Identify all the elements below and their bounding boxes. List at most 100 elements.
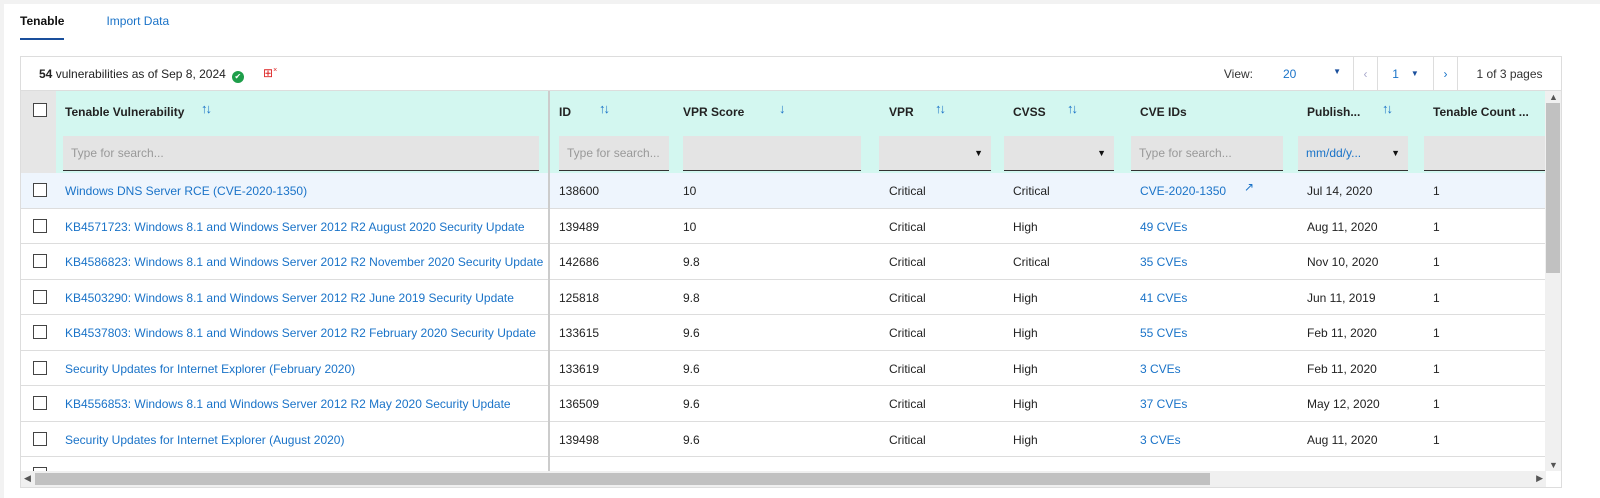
sort-icon[interactable]: ↑↓ <box>935 101 946 116</box>
cell-cvss: High <box>1013 361 1038 376</box>
cell-name[interactable]: Security Updates for Internet Explorer (… <box>65 362 355 376</box>
tab-tenable[interactable]: Tenable <box>20 14 65 40</box>
cell-cve[interactable]: 49 CVEs <box>1140 220 1187 234</box>
row-checkbox[interactable] <box>33 183 47 197</box>
tab-bar: Tenable Import Data <box>20 14 169 40</box>
clear-filters-icon[interactable]: ⊞× <box>263 66 277 80</box>
column-header-vpr-score[interactable]: VPR Score <box>683 105 744 119</box>
cell-cve[interactable]: 55 CVEs <box>1140 326 1187 340</box>
page-size-select[interactable]: 20 ▼ <box>1283 67 1353 81</box>
page-panel: Tenable Import Data 54 vulnerabilities a… <box>4 4 1600 498</box>
row-checkbox[interactable] <box>33 325 47 339</box>
pagination: View: 20 ▼ ‹ 1 ▼ › 1 of 3 pages <box>1224 57 1561 90</box>
cell-published: Jul 14, 2020 <box>1307 184 1373 198</box>
cell-id: 136509 <box>559 397 600 411</box>
filter-text: Type for search... <box>567 146 660 160</box>
table-row[interactable]: KB4571723: Windows 8.1 and Windows Serve… <box>21 209 1546 244</box>
sort-icon[interactable]: ↑↓ <box>1067 101 1078 116</box>
next-page-button[interactable]: › <box>1433 57 1457 90</box>
cve-filter[interactable]: Type for search... <box>1131 136 1283 171</box>
table-row[interactable]: KB4537803: Windows 8.1 and Windows Serve… <box>21 315 1546 351</box>
cell-name[interactable]: KB4503290: Windows 8.1 and Windows Serve… <box>65 291 514 305</box>
cell-vpr-score: 10 <box>683 184 697 198</box>
cell-count: 1 <box>1433 290 1440 305</box>
cell-vpr: Critical <box>889 290 926 305</box>
prev-page-button[interactable]: ‹ <box>1353 57 1377 90</box>
tab-import-data[interactable]: Import Data <box>106 14 169 40</box>
table-row[interactable]: Security Updates for Internet Explorer (… <box>21 422 1546 457</box>
cell-vpr-score: 9.8 <box>683 255 700 269</box>
vertical-scrollbar[interactable]: ▲ ▼ <box>1545 91 1561 471</box>
name-filter[interactable]: Type for search... <box>63 136 539 171</box>
cell-vpr-score: 9.6 <box>683 432 700 447</box>
row-checkbox[interactable] <box>33 396 47 410</box>
row-checkbox[interactable] <box>33 254 47 268</box>
cell-vpr: Critical <box>889 255 926 269</box>
horizontal-scrollbar[interactable]: ◀ ▶ <box>21 471 1546 487</box>
grid-toolbar: 54 vulnerabilities as of Sep 8, 2024 ✔ ⊞×… <box>21 57 1561 91</box>
table-row[interactable]: Security Updates for Internet Explorer (… <box>21 351 1546 386</box>
row-checkbox[interactable] <box>33 289 47 304</box>
cell-cve[interactable]: CVE-2020-1350 <box>1140 184 1226 198</box>
cell-cve[interactable]: 3 CVEs <box>1140 362 1181 376</box>
table-row[interactable]: KB4503290: Windows 8.1 and Windows Serve… <box>21 280 1546 315</box>
table-header: Tenable Vulnerability ↑↓ Type for search..… <box>21 91 1554 173</box>
cell-cve[interactable]: 3 CVEs <box>1140 433 1181 447</box>
cell-published: Feb 11, 2020 <box>1307 361 1377 376</box>
table-body: Windows DNS Server RCE (CVE-2020-1350) 13… <box>21 173 1546 457</box>
row-checkbox[interactable] <box>33 360 47 375</box>
cell-vpr: Critical <box>889 361 926 376</box>
page-select[interactable]: 1 ▼ <box>1377 57 1433 90</box>
column-header-published[interactable]: Publish... <box>1307 105 1360 119</box>
cell-cve[interactable]: 41 CVEs <box>1140 291 1187 305</box>
column-header-name[interactable]: Tenable Vulnerability <box>65 105 184 119</box>
cell-cvss: Critical <box>1013 255 1050 269</box>
table-row[interactable]: KB4586823: Windows 8.1 and Windows Serve… <box>21 244 1546 280</box>
row-checkbox[interactable] <box>33 431 47 446</box>
page-size-value: 20 <box>1283 66 1297 81</box>
cvss-filter[interactable]: ▼ <box>1004 136 1114 171</box>
column-header-vpr[interactable]: VPR <box>889 105 914 119</box>
cell-count: 1 <box>1433 219 1440 234</box>
sort-icon[interactable]: ↑↓ <box>1382 101 1393 116</box>
column-header-id[interactable]: ID <box>559 105 571 119</box>
cell-cvss: Critical <box>1013 184 1050 198</box>
vpr-score-filter[interactable] <box>683 136 861 171</box>
vulnerability-count: 54 vulnerabilities as of Sep 8, 2024 ✔ <box>39 67 244 83</box>
count-filter[interactable] <box>1424 136 1554 171</box>
sort-descending-icon[interactable]: ↓ <box>779 101 785 116</box>
cell-name[interactable]: KB4586823: Windows 8.1 and Windows Serve… <box>65 255 543 269</box>
cell-id: 139489 <box>559 219 600 234</box>
cell-id: 138600 <box>559 184 600 198</box>
cell-vpr: Critical <box>889 184 926 198</box>
published-filter[interactable]: mm/dd/y... ▼ <box>1298 136 1408 171</box>
cell-name[interactable]: KB4571723: Windows 8.1 and Windows Serve… <box>65 220 525 234</box>
select-all-checkbox[interactable] <box>33 103 47 117</box>
chevron-down-icon: ▼ <box>1410 69 1419 78</box>
cell-name[interactable]: KB4537803: Windows 8.1 and Windows Serve… <box>65 326 536 340</box>
count-text: vulnerabilities as of Sep 8, 2024 <box>55 67 226 81</box>
row-checkbox[interactable] <box>33 218 47 233</box>
column-header-cve[interactable]: CVE IDs <box>1140 105 1187 119</box>
cell-id: 142686 <box>559 255 600 269</box>
cell-name[interactable]: Security Updates for Internet Explorer (… <box>65 433 344 447</box>
chevron-down-icon: ▼ <box>974 148 983 158</box>
table-row[interactable]: Windows DNS Server RCE (CVE-2020-1350) 13… <box>21 173 1546 209</box>
pinned-column-divider <box>548 91 550 487</box>
vpr-filter[interactable]: ▼ <box>879 136 991 171</box>
table-row[interactable]: KB4556853: Windows 8.1 and Windows Serve… <box>21 386 1546 422</box>
cell-name[interactable]: KB4556853: Windows 8.1 and Windows Serve… <box>65 397 511 411</box>
column-header-count[interactable]: Tenable Count ... <box>1433 105 1529 119</box>
id-filter[interactable]: Type for search... <box>559 136 669 171</box>
cell-cve[interactable]: 35 CVEs <box>1140 255 1187 269</box>
sort-icon[interactable]: ↑↓ <box>201 101 212 116</box>
cell-id: 125818 <box>559 290 600 305</box>
filter-text: Type for search... <box>71 146 164 160</box>
cell-count: 1 <box>1433 397 1440 411</box>
cell-name[interactable]: Windows DNS Server RCE (CVE-2020-1350) <box>65 184 307 198</box>
cell-cve[interactable]: 37 CVEs <box>1140 397 1187 411</box>
cell-vpr: Critical <box>889 219 926 234</box>
column-header-cvss[interactable]: CVSS <box>1013 105 1046 119</box>
sort-icon[interactable]: ↑↓ <box>599 101 610 116</box>
external-link-icon[interactable]: ↗ <box>1244 180 1254 194</box>
